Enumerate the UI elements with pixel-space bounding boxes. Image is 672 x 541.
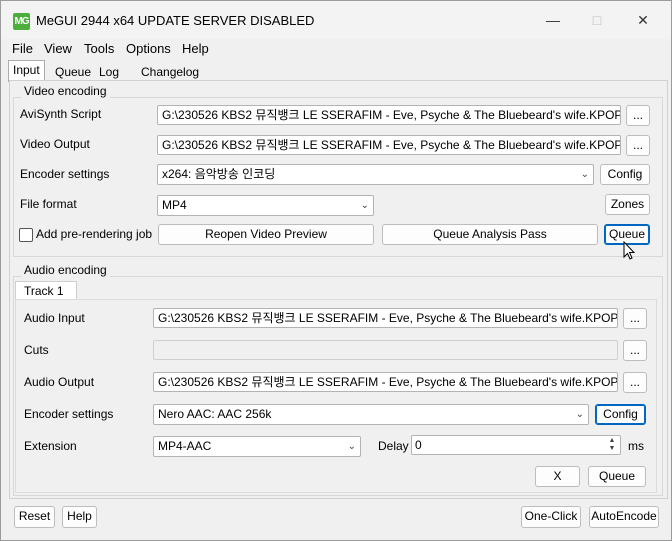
tab-log[interactable]: Log bbox=[94, 62, 124, 82]
avisynth-script-field[interactable]: G:\230526 KBS2 뮤직뱅크 LE SSERAFIM - Eve, P… bbox=[157, 105, 621, 125]
audio-encoder-select[interactable]: Nero AAC: AAC 256k ⌄ bbox=[153, 404, 589, 425]
maximize-icon[interactable]: □ bbox=[583, 9, 611, 31]
menu-help[interactable]: Help bbox=[182, 41, 209, 56]
mouse-pointer-icon bbox=[623, 241, 636, 260]
zones-button[interactable]: Zones bbox=[605, 194, 650, 215]
video-config-button[interactable]: Config bbox=[600, 164, 650, 185]
video-encoder-value: x264: 음악방송 인코딩 bbox=[162, 167, 276, 181]
avisynth-browse-button[interactable]: ... bbox=[626, 105, 650, 126]
chevron-down-icon: ⌄ bbox=[360, 200, 369, 211]
chevron-down-icon: ⌄ bbox=[347, 441, 356, 452]
video-output-browse-button[interactable]: ... bbox=[626, 135, 650, 156]
audio-output-field[interactable]: G:\230526 KBS2 뮤직뱅크 LE SSERAFIM - Eve, P… bbox=[153, 372, 618, 392]
audio-input-label: Audio Input bbox=[24, 311, 85, 325]
audio-encoder-value: Nero AAC: AAC 256k bbox=[158, 407, 272, 421]
file-format-value: MP4 bbox=[162, 198, 187, 212]
spin-up-icon[interactable]: ▲ bbox=[605, 437, 619, 445]
cuts-field[interactable] bbox=[153, 340, 618, 360]
one-click-button[interactable]: One-Click bbox=[521, 506, 581, 528]
audio-encoding-label: Audio encoding bbox=[21, 263, 110, 277]
tab-changelog[interactable]: Changelog bbox=[136, 62, 204, 82]
reset-button[interactable]: Reset bbox=[14, 506, 55, 528]
menu-options[interactable]: Options bbox=[126, 41, 171, 56]
chevron-down-icon: ⌄ bbox=[580, 169, 589, 180]
cuts-browse-button[interactable]: ... bbox=[623, 340, 647, 361]
video-encoder-select[interactable]: x264: 음악방송 인코딩 ⌄ bbox=[157, 164, 594, 185]
audio-queue-button[interactable]: Queue bbox=[588, 466, 646, 487]
video-output-field[interactable]: G:\230526 KBS2 뮤직뱅크 LE SSERAFIM - Eve, P… bbox=[157, 135, 621, 155]
main-window: MG MeGUI 2944 x64 UPDATE SERVER DISABLED… bbox=[0, 0, 672, 541]
reopen-video-preview-button[interactable]: Reopen Video Preview bbox=[158, 224, 374, 245]
video-encoding-label: Video encoding bbox=[21, 84, 110, 98]
prerender-checkbox[interactable] bbox=[19, 228, 33, 242]
extension-select[interactable]: MP4-AAC ⌄ bbox=[153, 436, 361, 457]
video-encoder-settings-label: Encoder settings bbox=[20, 167, 110, 181]
avisynth-script-label: AviSynth Script bbox=[20, 107, 102, 121]
delay-unit: ms bbox=[628, 439, 644, 453]
menu-view[interactable]: View bbox=[44, 41, 72, 56]
menu-bar: File View Tools Options Help bbox=[1, 39, 671, 59]
clear-audio-button[interactable]: X bbox=[535, 466, 580, 487]
audio-input-browse-button[interactable]: ... bbox=[623, 308, 647, 329]
audio-config-button[interactable]: Config bbox=[595, 404, 646, 425]
menu-file[interactable]: File bbox=[12, 41, 33, 56]
minimize-icon[interactable]: — bbox=[539, 9, 567, 31]
window-title: MeGUI 2944 x64 UPDATE SERVER DISABLED bbox=[36, 13, 315, 28]
delay-label: Delay bbox=[378, 439, 409, 453]
video-output-label: Video Output bbox=[20, 137, 90, 151]
prerender-label: Add pre-rendering job bbox=[36, 227, 153, 241]
autoencode-button[interactable]: AutoEncode bbox=[589, 506, 659, 528]
megui-app-icon: MG bbox=[13, 13, 30, 30]
menu-tools[interactable]: Tools bbox=[84, 41, 114, 56]
track-panel bbox=[15, 299, 657, 493]
queue-analysis-pass-button[interactable]: Queue Analysis Pass bbox=[382, 224, 598, 245]
file-format-select[interactable]: MP4 ⌄ bbox=[157, 195, 374, 216]
delay-value: 0 bbox=[415, 438, 422, 452]
audio-output-browse-button[interactable]: ... bbox=[623, 372, 647, 393]
audio-output-label: Audio Output bbox=[24, 375, 95, 389]
delay-stepper[interactable]: 0 ▲ ▼ bbox=[411, 435, 621, 455]
audio-encoder-settings-label: Encoder settings bbox=[24, 407, 114, 421]
extension-label: Extension bbox=[24, 439, 77, 453]
help-button[interactable]: Help bbox=[62, 506, 97, 528]
tab-input[interactable]: Input bbox=[8, 60, 45, 82]
file-format-label: File format bbox=[20, 197, 77, 211]
chevron-down-icon: ⌄ bbox=[575, 409, 584, 420]
extension-value: MP4-AAC bbox=[158, 439, 212, 453]
tab-queue[interactable]: Queue bbox=[50, 62, 96, 82]
tab-track-1[interactable]: Track 1 bbox=[15, 281, 77, 300]
close-icon[interactable]: ✕ bbox=[629, 9, 657, 31]
title-bar[interactable]: MG MeGUI 2944 x64 UPDATE SERVER DISABLED… bbox=[1, 1, 671, 39]
audio-input-field[interactable]: G:\230526 KBS2 뮤직뱅크 LE SSERAFIM - Eve, P… bbox=[153, 308, 618, 328]
spin-down-icon[interactable]: ▼ bbox=[605, 445, 619, 453]
cuts-label: Cuts bbox=[24, 343, 49, 357]
